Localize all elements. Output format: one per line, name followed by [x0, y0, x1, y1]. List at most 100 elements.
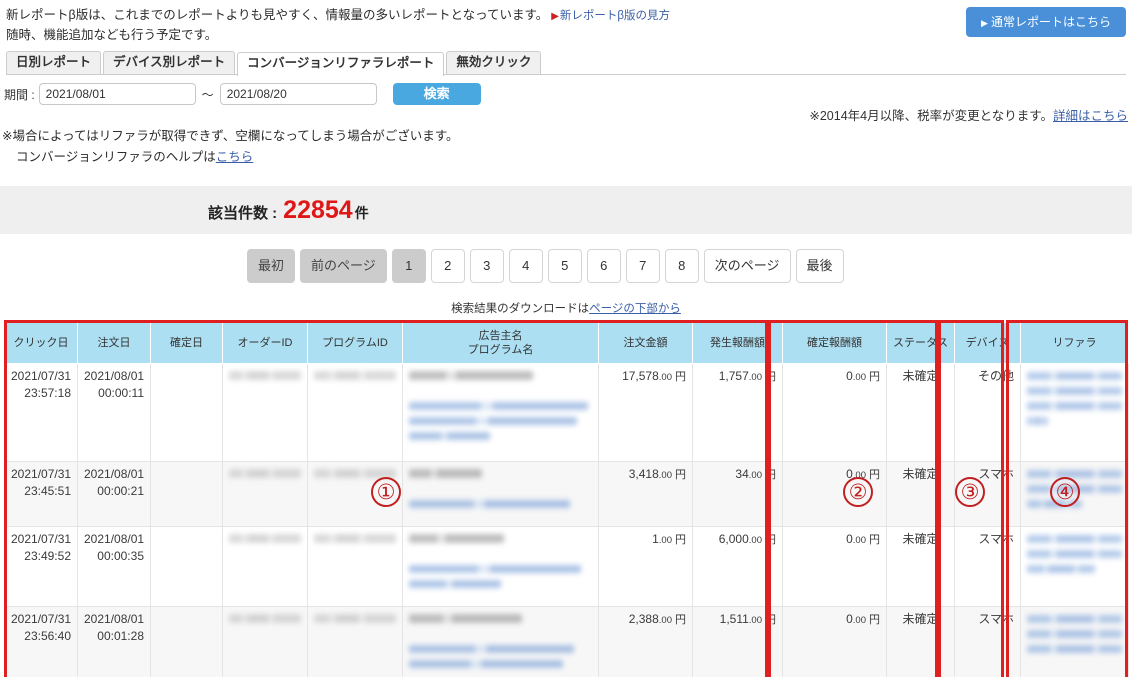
- cell-status: 未確定: [886, 461, 955, 527]
- cell-reward: 6,000.00 円: [692, 526, 783, 607]
- advertiser-name-redacted: [409, 534, 505, 543]
- col-device[interactable]: デバイス: [954, 322, 1021, 364]
- col-confirm-date[interactable]: 確定日: [150, 322, 223, 364]
- intro-line-2: 随時、機能追加なども行う予定です。: [6, 28, 218, 42]
- order-date-value: 2021/08/01: [84, 369, 145, 383]
- advertiser-name-redacted: [409, 371, 534, 380]
- pagination-page-5[interactable]: 5: [547, 249, 582, 283]
- reward-value: 1,757: [718, 369, 749, 383]
- col-order-amount[interactable]: 注文金額: [598, 322, 693, 364]
- col-order-id[interactable]: オーダーID: [222, 322, 308, 364]
- col-advertiser-program[interactable]: 広告主名 プログラム名: [402, 322, 599, 364]
- fixed-reward-unit: 円: [869, 469, 880, 481]
- tab-conversion-referrer-report[interactable]: コンバージョンリファラレポート: [237, 52, 445, 76]
- result-count: 該当件数 : 22854 件: [208, 186, 369, 234]
- reward-value: 6,000: [718, 532, 749, 546]
- cell-referrer[interactable]: [1020, 526, 1129, 607]
- cell-confirm-date: [150, 606, 223, 677]
- col-advertiser-name: 広告主名: [478, 330, 523, 342]
- cell-confirm-date: [150, 461, 223, 527]
- search-button[interactable]: 検索: [392, 83, 481, 105]
- click-time-value: 23:56:40: [24, 629, 71, 643]
- fixed-reward-value: 0: [846, 369, 853, 383]
- referrer-help-link[interactable]: こちら: [216, 150, 254, 164]
- col-referrer[interactable]: リファラ: [1020, 322, 1129, 364]
- col-program-id[interactable]: プログラムID: [307, 322, 403, 364]
- col-order-date[interactable]: 注文日: [77, 322, 151, 364]
- pagination-first[interactable]: 最初: [247, 249, 296, 283]
- normal-report-button[interactable]: ▶ 通常レポートはこちら: [966, 7, 1126, 37]
- result-count-label: 該当件数 :: [208, 205, 278, 222]
- cell-order-id: [222, 461, 308, 527]
- cell-order-amount: 3,418.00 円: [598, 461, 693, 527]
- referrer-url-redacted-2: [1027, 550, 1122, 558]
- col-click-date[interactable]: クリック日: [4, 322, 78, 364]
- referrer-url-redacted-3: [1027, 500, 1083, 508]
- reward-value: 1,511: [719, 612, 749, 626]
- cell-advertiser-program: [402, 363, 599, 462]
- tax-detail-link[interactable]: 詳細はこちら: [1053, 109, 1128, 123]
- cell-order-amount: 2,388.00 円: [598, 606, 693, 677]
- intro-line-1: 新レポートβ版は、これまでのレポートよりも見やすく、情報量の多いレポートとなって…: [6, 6, 706, 26]
- click-time-value: 23:49:52: [24, 549, 71, 563]
- pagination-page-2[interactable]: 2: [430, 249, 465, 283]
- cell-reward: 1,511.00 円: [692, 606, 783, 677]
- col-reward[interactable]: 発生報酬額: [692, 322, 783, 364]
- tab-invalid-click[interactable]: 無効クリック: [446, 51, 542, 74]
- tax-note: ※2014年4月以降、税率が変更となります。詳細はこちら: [809, 105, 1128, 124]
- reward-unit: 円: [765, 534, 776, 546]
- cell-fixed-reward: 0.00 円: [782, 363, 887, 462]
- program-id-redacted: [314, 469, 396, 478]
- cell-order-id: [222, 606, 308, 677]
- fixed-reward-unit: 円: [869, 614, 880, 626]
- advertiser-name-redacted: [409, 614, 523, 623]
- cell-reward: 34.00 円: [692, 461, 783, 527]
- result-count-unit: 件: [354, 205, 369, 221]
- date-from-input[interactable]: [38, 83, 196, 105]
- cell-fixed-reward: 0.00 円: [782, 526, 887, 607]
- triangle-icon: ▶: [551, 11, 559, 22]
- pagination-last[interactable]: 最後: [795, 249, 844, 283]
- pagination-page-1[interactable]: 1: [391, 249, 426, 283]
- referrer-notice: ※場合によってはリファラが取得できず、空欄になってしまう場合がございます。 コン…: [2, 126, 458, 168]
- referrer-url-redacted-2: [1027, 387, 1122, 395]
- order-amount-value: 1: [652, 532, 659, 546]
- cell-program-id: [307, 606, 403, 677]
- pagination-page-8[interactable]: 8: [664, 249, 699, 283]
- cell-advertiser-program: [402, 461, 599, 527]
- order-time-value: 00:00:21: [97, 484, 144, 498]
- cell-program-id: [307, 461, 403, 527]
- cell-fixed-reward: 0.00 円: [782, 606, 887, 677]
- tab-device-report[interactable]: デバイス別レポート: [103, 51, 236, 74]
- table-row: 2021/07/31 23:45:51 2021/08/01 00:00:21: [4, 461, 1129, 527]
- cell-status: 未確定: [886, 526, 955, 607]
- date-to-input[interactable]: [219, 83, 377, 105]
- cell-referrer[interactable]: [1020, 461, 1129, 527]
- program-name-redacted-2: [409, 580, 501, 588]
- pagination-page-7[interactable]: 7: [625, 249, 660, 283]
- pagination-page-3[interactable]: 3: [469, 249, 504, 283]
- download-note-link[interactable]: ページの下部から: [589, 303, 681, 315]
- referrer-notice-line-1: ※場合によってはリファラが取得できず、空欄になってしまう場合がございます。: [2, 129, 459, 143]
- referrer-help-prefix: コンバージョンリファラのヘルプは: [16, 150, 216, 164]
- col-status[interactable]: ステータス: [886, 322, 955, 364]
- col-fixed-reward[interactable]: 確定報酬額: [782, 322, 887, 364]
- download-note: 検索結果のダウンロードはページの下部から: [0, 300, 1132, 316]
- pagination-page-4[interactable]: 4: [508, 249, 543, 283]
- beta-guide-link[interactable]: 新レポートβ版の見方: [560, 10, 670, 22]
- cell-referrer[interactable]: [1020, 363, 1129, 462]
- pagination-page-6[interactable]: 6: [586, 249, 621, 283]
- fixed-reward-value: 0: [846, 467, 853, 481]
- pagination-prev[interactable]: 前のページ: [300, 249, 387, 283]
- click-date-value: 2021/07/31: [11, 612, 72, 626]
- fixed-reward-decimal: .00: [852, 470, 866, 481]
- cell-click-date: 2021/07/31 23:49:52: [4, 526, 78, 607]
- order-time-value: 00:00:35: [97, 549, 144, 563]
- cell-click-date: 2021/07/31 23:45:51: [4, 461, 78, 527]
- referrer-url-redacted-3: [1027, 565, 1096, 573]
- play-triangle-icon: ▶: [981, 18, 988, 28]
- cell-referrer[interactable]: [1020, 606, 1129, 677]
- tab-daily-report[interactable]: 日別レポート: [6, 51, 102, 74]
- click-date-value: 2021/07/31: [11, 532, 72, 546]
- pagination-next[interactable]: 次のページ: [703, 249, 791, 283]
